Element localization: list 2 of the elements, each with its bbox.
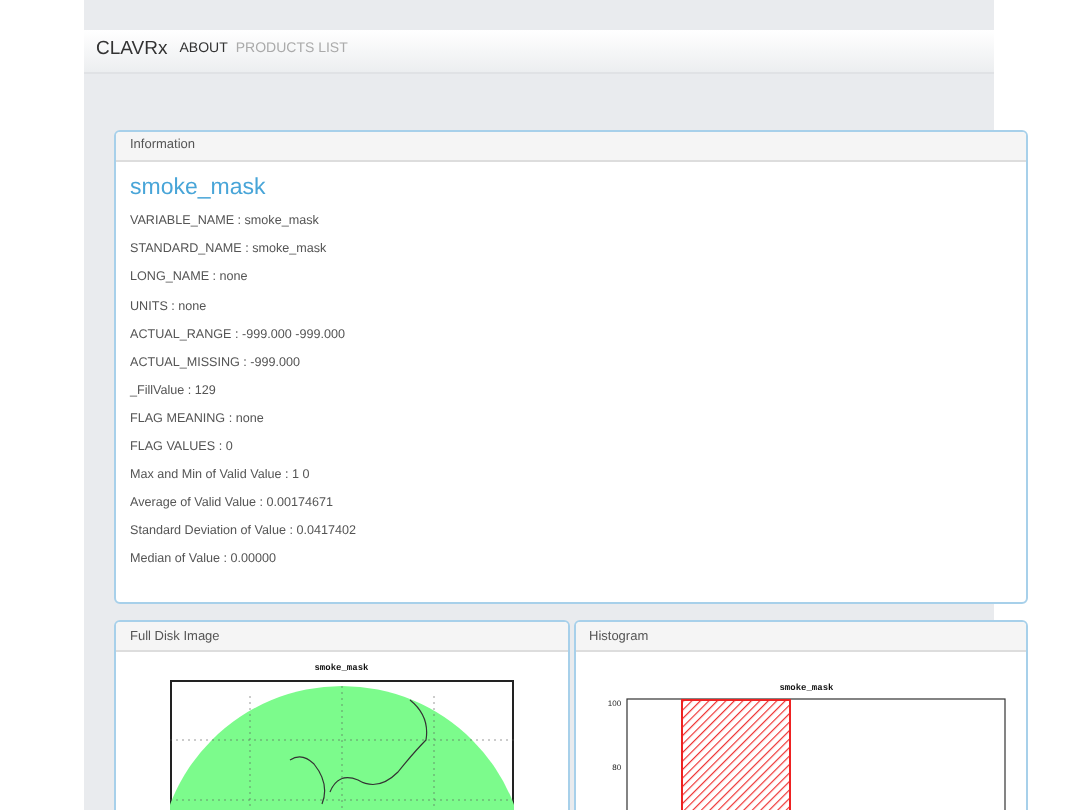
variable-title: smoke_mask <box>130 174 268 204</box>
brand-name[interactable]: CLAVRx <box>96 36 168 66</box>
